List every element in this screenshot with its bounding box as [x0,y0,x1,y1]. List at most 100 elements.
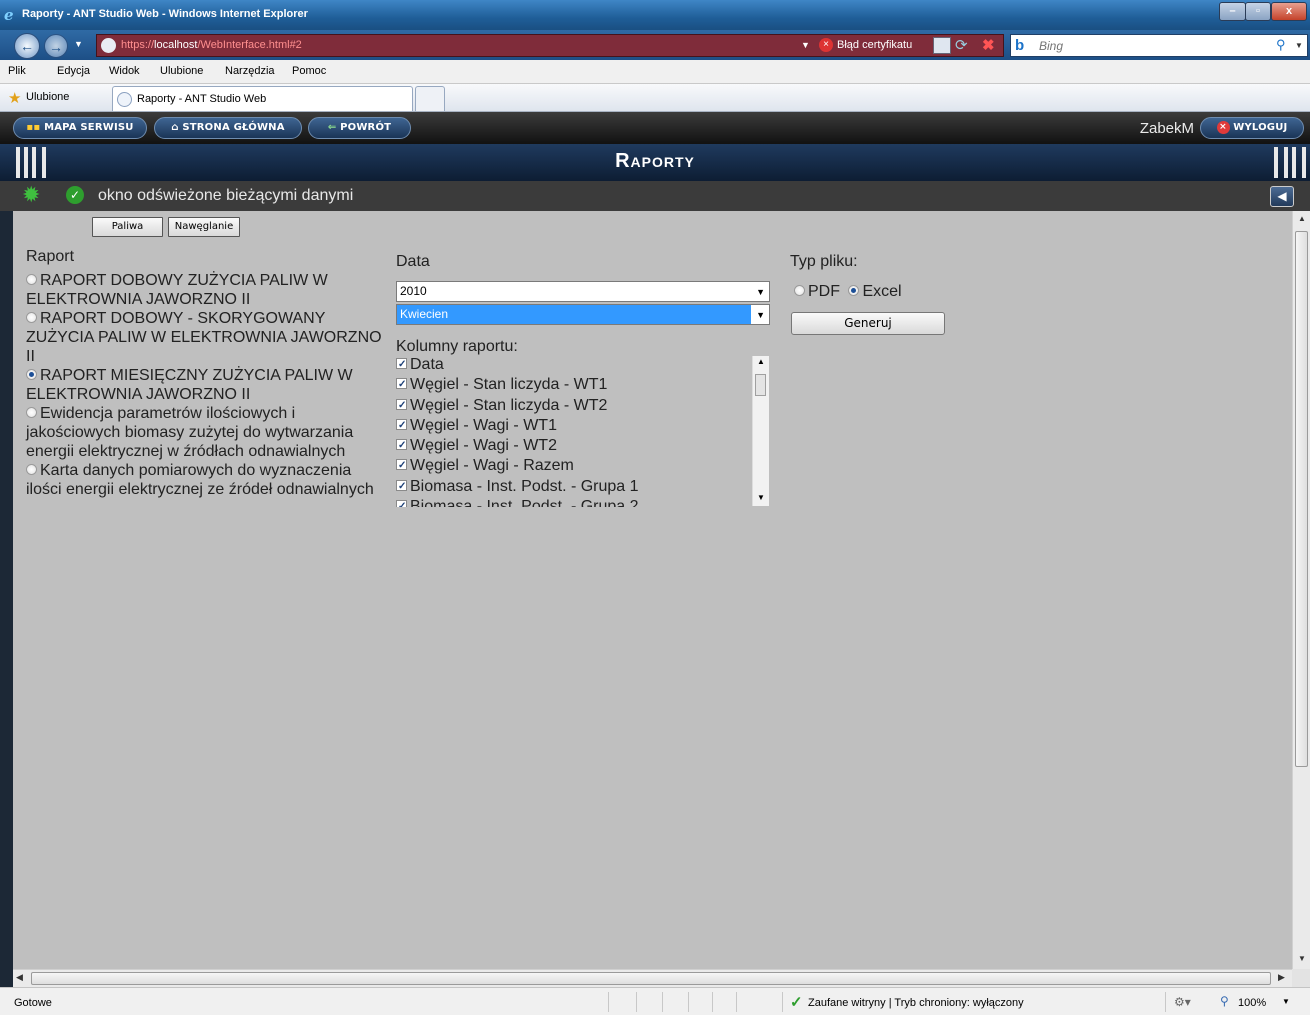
report-radio-5[interactable] [26,464,37,475]
column-checkbox[interactable] [396,436,407,456]
column-checkbox[interactable] [396,416,407,436]
columns-scrollbar[interactable]: ▲ ▼ [752,356,769,506]
column-item[interactable]: Węgiel - Stan liczyda - WT1 [396,375,770,395]
status-strip: ✹ ✓ okno odświeżone bieżącymi danymi ◀ [0,181,1310,211]
compatibility-icon[interactable] [933,37,951,54]
window-title: Raporty - ANT Studio Web - Windows Inter… [22,8,308,20]
report-option[interactable]: Karta danych pomiarowych do wyznaczenia … [26,461,384,499]
year-select[interactable]: 2010 ▼ [396,281,770,302]
column-item[interactable]: Węgiel - Stan liczyda - WT2 [396,396,770,416]
search-input[interactable] [1037,36,1267,55]
favorites-button[interactable]: Ulubione [26,91,69,103]
report-option[interactable]: RAPORT MIESIĘCZNY ZUŻYCIA PALIW W ELEKTR… [26,366,384,404]
column-checkbox[interactable] [396,477,407,497]
tab-naweglanie[interactable]: Nawęglanie [168,217,240,237]
page-scroll-up-icon[interactable]: ▲ [1298,214,1306,223]
page-vertical-thumb[interactable] [1295,231,1308,767]
report-radio-1[interactable] [26,274,37,285]
browser-statusbar: Gotowe ✓ Zaufane witryny | Tryb chronion… [0,987,1310,1015]
browser-tab[interactable]: Raporty - ANT Studio Web [112,86,413,111]
page-horizontal-scrollbar[interactable]: ◀ ▶ [13,969,1292,987]
month-dropdown-icon[interactable]: ▼ [756,306,765,325]
favorites-star-icon: ★ [8,90,22,107]
right-bars-decoration [1272,147,1308,178]
date-label: Data [396,253,430,270]
bing-logo-icon: b [1015,37,1025,54]
excel-label[interactable]: Excel [862,283,901,300]
column-checkbox[interactable] [396,456,407,476]
history-dropdown-icon[interactable]: ▼ [74,39,83,49]
stop-icon[interactable]: ✖ [982,36,995,54]
year-dropdown-icon[interactable]: ▼ [756,283,765,302]
columns-scroll-thumb[interactable] [755,374,766,396]
column-checkbox[interactable] [396,497,407,507]
menu-view[interactable]: Widok [109,65,140,77]
page-vertical-scrollbar[interactable]: ▲ ▼ [1292,211,1310,969]
column-item[interactable]: Węgiel - Wagi - WT2 [396,436,770,456]
column-item[interactable]: Węgiel - Wagi - WT1 [396,416,770,436]
sound-icon[interactable]: ◀ [1270,186,1294,207]
menu-edit[interactable]: Edycja [57,65,90,77]
report-option[interactable]: RAPORT DOBOWY - SKORYGOWANY ZUŻYCIA PALI… [26,309,384,366]
back-nav-button[interactable]: ← [14,33,40,59]
back-button[interactable]: ⇐ POWRÓT [308,117,411,139]
column-item[interactable]: Węgiel - Wagi - Razem [396,456,770,476]
maximize-button[interactable]: ▫ [1245,2,1271,21]
new-tab-button[interactable] [415,86,445,111]
forward-nav-button[interactable]: → [44,34,68,58]
address-url: https://localhost/WebInterface.html#2 [121,39,302,51]
zoom-dropdown-icon[interactable]: ▼ [1282,997,1290,1006]
report-radio-2[interactable] [26,312,37,323]
address-bar[interactable]: https://localhost/WebInterface.html#2 ▼ … [96,34,1004,57]
menu-help[interactable]: Pomoc [292,65,326,77]
page-horizontal-thumb[interactable] [31,972,1271,985]
home-button[interactable]: ⌂ STRONA GŁÓWNA [154,117,302,139]
refresh-icon[interactable]: ⟳ [955,36,968,54]
logout-button[interactable]: × WYLOGUJ [1200,117,1304,139]
search-dropdown-icon[interactable]: ▼ [1295,41,1303,50]
report-radio-3[interactable] [26,369,37,380]
menu-bar: Plik Edycja Widok Ulubione Narzędzia Pom… [0,60,1310,84]
menu-file[interactable]: Plik [8,65,26,77]
report-option[interactable]: RAPORT DOBOWY ZUŻYCIA PALIW W ELEKTROWNI… [26,271,384,309]
protected-mode-icon[interactable]: ⚙▾ [1174,995,1191,1009]
menu-tools[interactable]: Narzędzia [225,65,275,77]
close-button[interactable]: x [1271,2,1307,21]
column-checkbox[interactable] [396,396,407,416]
zoom-level[interactable]: 100% [1238,997,1266,1009]
site-map-button[interactable]: ▪▪ MAPA SERWISU [13,117,147,139]
settings-gear-icon[interactable]: ✹ [22,182,40,208]
security-zone[interactable]: Zaufane witryny | Tryb chroniony: wyłącz… [808,997,1024,1009]
month-select[interactable]: Kwiecien ▼ [396,304,770,325]
search-box[interactable]: b ⚲ ▼ [1010,34,1308,57]
search-icon[interactable]: ⚲ [1276,37,1286,53]
cert-error-label[interactable]: Błąd certyfikatu [837,39,912,51]
column-item[interactable]: Biomasa - Inst. Podst. - Grupa 1 [396,477,770,497]
column-checkbox[interactable] [396,355,407,375]
report-radio-4[interactable] [26,407,37,418]
pdf-label[interactable]: PDF [808,283,840,300]
scroll-down-icon[interactable]: ▼ [757,493,765,502]
pdf-radio[interactable] [794,285,805,296]
excel-radio[interactable] [848,285,860,296]
ok-check-icon: ✓ [66,186,84,204]
page-scroll-right-icon[interactable]: ▶ [1278,972,1285,983]
report-option[interactable]: Ewidencja parametrów ilościowych i jakoś… [26,404,384,461]
minimize-button[interactable]: – [1219,2,1246,21]
page-scroll-down-icon[interactable]: ▼ [1298,954,1306,963]
menu-favorites[interactable]: Ulubione [160,65,203,77]
columns-list: Data Węgiel - Stan liczyda - WT1 Węgiel … [396,355,770,507]
page-scroll-left-icon[interactable]: ◀ [16,972,23,983]
app-toolbar: ▪▪ MAPA SERWISU ⌂ STRONA GŁÓWNA ⇐ POWRÓT… [0,112,1310,144]
address-dropdown-icon[interactable]: ▼ [801,40,810,50]
scroll-up-icon[interactable]: ▲ [757,357,765,366]
username-label: ZabekM [1139,120,1194,137]
column-item[interactable]: Biomasa - Inst. Podst. - Grupa 2 [396,497,770,507]
generate-button[interactable]: Generuj [791,312,945,335]
column-checkbox[interactable] [396,375,407,395]
column-item[interactable]: Data [396,355,770,375]
page-title: Raporty [615,150,695,172]
tab-paliwa[interactable]: Paliwa [92,217,163,237]
zoom-icon: ⚲ [1220,994,1229,1008]
sitemap-icon: ▪▪ [26,122,41,133]
